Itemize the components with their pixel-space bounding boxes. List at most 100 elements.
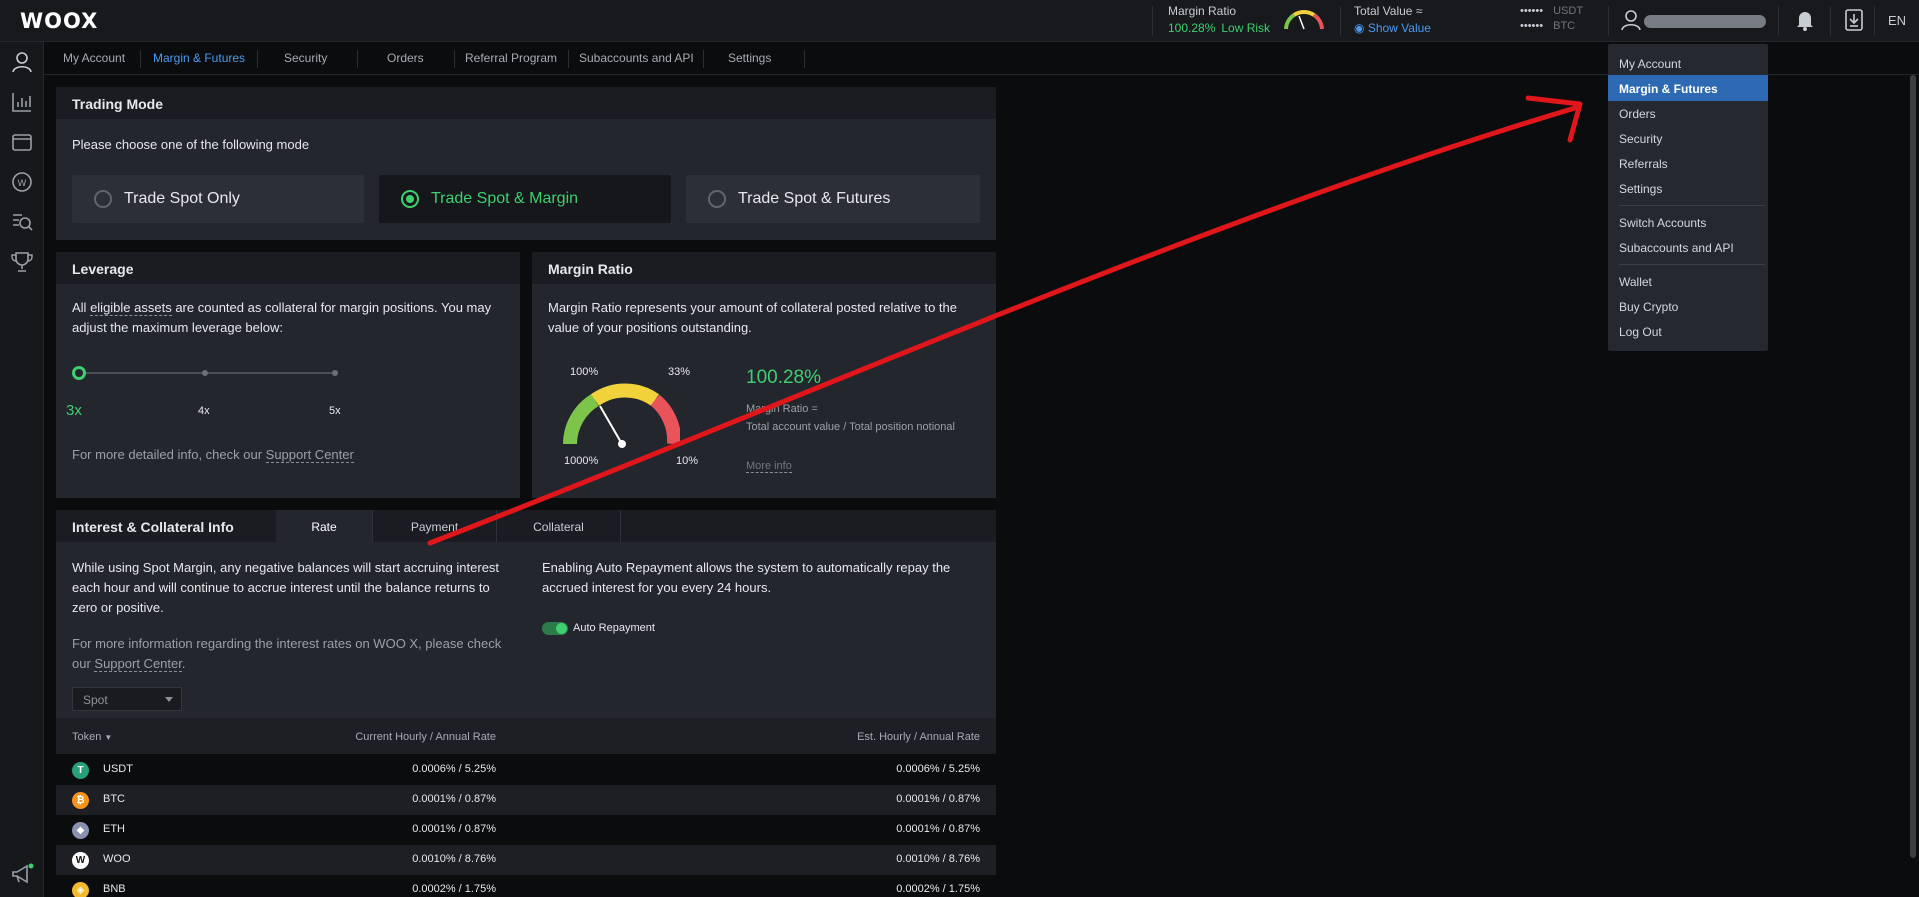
- menu-item-buy-crypto[interactable]: Buy Crypto: [1608, 293, 1768, 319]
- divider: [1830, 6, 1831, 36]
- page-scrollbar[interactable]: [1910, 75, 1916, 858]
- bell-icon[interactable]: [1795, 9, 1815, 31]
- menu-item-margin-futures[interactable]: Margin & Futures: [1608, 75, 1768, 101]
- margin-ratio-panel: Margin Ratio Margin Ratio represents you…: [532, 252, 996, 498]
- currency-label: BTC: [1553, 20, 1576, 32]
- chevron-down-icon: [165, 697, 173, 702]
- account-icon[interactable]: [10, 50, 34, 74]
- menu-item-orders[interactable]: Orders: [1608, 100, 1768, 126]
- auto-repayment-description: Enabling Auto Repayment allows the syste…: [542, 560, 951, 595]
- user-icon[interactable]: [1620, 9, 1642, 31]
- current-rate: 0.0001% / 0.87%: [412, 823, 496, 835]
- menu-item-switch-accounts[interactable]: Switch Accounts: [1608, 209, 1768, 235]
- tab-margin-futures[interactable]: Margin & Futures: [153, 51, 245, 65]
- menu-item-my-account[interactable]: My Account: [1608, 50, 1768, 76]
- menu-item-security[interactable]: Security: [1608, 125, 1768, 151]
- leverage-panel: Leverage All eligible assets are counted…: [56, 252, 520, 498]
- download-app-icon[interactable]: [1845, 9, 1863, 31]
- eth-coin-icon: ◆: [72, 822, 89, 839]
- margin-ratio-title: Margin Ratio: [532, 252, 996, 284]
- est-rate: 0.0001% / 0.87%: [896, 793, 980, 805]
- menu-item-referrals[interactable]: Referrals: [1608, 150, 1768, 176]
- rate-table-header: Token ▼ Current Hourly / Annual Rate Est…: [56, 718, 996, 754]
- current-rate: 0.0002% / 1.75%: [412, 883, 496, 895]
- est-rate: 0.0002% / 1.75%: [896, 883, 980, 895]
- woox-logo[interactable]: WOOX: [20, 9, 98, 33]
- auto-repayment-label: Auto Repayment: [573, 622, 655, 634]
- current-rate: 0.0010% / 8.76%: [412, 853, 496, 865]
- token-symbol: WOO: [103, 853, 131, 865]
- divider: [1778, 6, 1779, 36]
- header-token[interactable]: Token ▼: [72, 731, 112, 743]
- balance-mask: ••••••: [1520, 20, 1544, 32]
- margin-ratio-value: 100.28%: [1168, 21, 1216, 35]
- woo-token-icon[interactable]: W: [10, 170, 34, 194]
- top-bar: WOOX Margin Ratio 100.28% Low Risk Total …: [0, 0, 1919, 42]
- user-menu-dropdown: My Account Margin & Futures Orders Secur…: [1608, 44, 1768, 351]
- leverage-slider[interactable]: [72, 366, 344, 380]
- leverage-step-3x[interactable]: 3x: [66, 402, 82, 419]
- divider: [1608, 6, 1609, 36]
- tab-collateral[interactable]: Collateral: [497, 510, 621, 542]
- usdt-coin-icon: T: [72, 762, 89, 779]
- menu-item-subaccounts-api[interactable]: Subaccounts and API: [1608, 234, 1768, 260]
- header-current-rate: Current Hourly / Annual Rate: [355, 731, 496, 743]
- leverage-step-4x[interactable]: 4x: [198, 405, 210, 417]
- more-info-link[interactable]: More info: [746, 460, 792, 473]
- menu-item-settings[interactable]: Settings: [1608, 175, 1768, 201]
- interest-collateral-panel: Interest & Collateral Info Rate Payment …: [56, 510, 996, 718]
- risk-label: Low Risk: [1221, 21, 1271, 35]
- bnb-coin-icon: ◈: [72, 882, 89, 897]
- leverage-slider-handle[interactable]: [72, 366, 86, 380]
- username-blurred[interactable]: [1644, 15, 1766, 28]
- est-rate: 0.0010% / 8.76%: [896, 853, 980, 865]
- margin-ratio-summary: Margin Ratio 100.28% Low Risk: [1168, 4, 1276, 35]
- current-rate: 0.0006% / 5.25%: [412, 763, 496, 775]
- radio-button-selected[interactable]: [401, 190, 419, 208]
- trading-mode-panel: Trading Mode Please choose one of the fo…: [56, 87, 996, 240]
- mode-spot-only-option[interactable]: Trade Spot Only: [72, 175, 364, 223]
- est-rate: 0.0006% / 5.25%: [896, 763, 980, 775]
- gauge-label-33: 33%: [668, 366, 691, 378]
- announcement-icon[interactable]: [10, 862, 34, 886]
- leverage-description: All eligible assets are counted as colla…: [72, 300, 492, 335]
- wallet-icon[interactable]: [10, 130, 34, 154]
- language-selector[interactable]: EN: [1888, 13, 1906, 28]
- mini-gauge-icon: [1284, 9, 1324, 30]
- auto-repayment-toggle[interactable]: [542, 622, 568, 635]
- leverage-step-5x[interactable]: 5x: [329, 405, 341, 417]
- gauge-label-1000: 1000%: [564, 455, 599, 467]
- table-row: T USDT 0.0006% / 5.25% 0.0006% / 5.25%: [56, 755, 996, 785]
- research-icon[interactable]: [10, 210, 34, 234]
- support-center-link[interactable]: Support Center: [94, 656, 182, 672]
- show-value-link[interactable]: ◉ Show Value: [1354, 21, 1431, 35]
- table-row: ◆ ETH 0.0001% / 0.87% 0.0001% / 0.87%: [56, 815, 996, 845]
- radio-button[interactable]: [94, 190, 112, 208]
- mode-spot-margin-option[interactable]: Trade Spot & Margin: [379, 175, 671, 223]
- tab-orders[interactable]: Orders: [387, 51, 424, 65]
- total-value-summary: Total Value ≈ ◉ Show Value: [1354, 4, 1431, 35]
- menu-item-log-out[interactable]: Log Out: [1608, 318, 1768, 344]
- chart-icon[interactable]: [10, 90, 34, 114]
- mode-spot-futures-option[interactable]: Trade Spot & Futures: [686, 175, 980, 223]
- support-center-link[interactable]: Support Center: [265, 447, 354, 463]
- tab-subaccounts-api[interactable]: Subaccounts and API: [579, 51, 694, 65]
- radio-button[interactable]: [708, 190, 726, 208]
- token-symbol: BTC: [103, 793, 125, 805]
- tab-security[interactable]: Security: [284, 51, 327, 65]
- market-type-select[interactable]: Spot: [72, 687, 182, 711]
- tab-payment[interactable]: Payment: [373, 510, 497, 542]
- tab-settings[interactable]: Settings: [728, 51, 771, 65]
- margin-ratio-label: Margin Ratio: [1168, 4, 1237, 18]
- tab-rate[interactable]: Rate: [276, 510, 373, 542]
- margin-ratio-description: Margin Ratio represents your amount of c…: [548, 300, 957, 335]
- gauge-label-10: 10%: [676, 455, 699, 467]
- tab-my-account[interactable]: My Account: [63, 51, 125, 65]
- tab-referral-program[interactable]: Referral Program: [465, 51, 557, 65]
- interest-description: While using Spot Margin, any negative ba…: [72, 560, 500, 615]
- trophy-icon[interactable]: [10, 250, 34, 274]
- menu-item-wallet[interactable]: Wallet: [1608, 268, 1768, 294]
- margin-ratio-big-value: 100.28%: [746, 367, 822, 388]
- divider: [1152, 6, 1153, 36]
- eligible-assets-link[interactable]: eligible assets: [90, 300, 172, 316]
